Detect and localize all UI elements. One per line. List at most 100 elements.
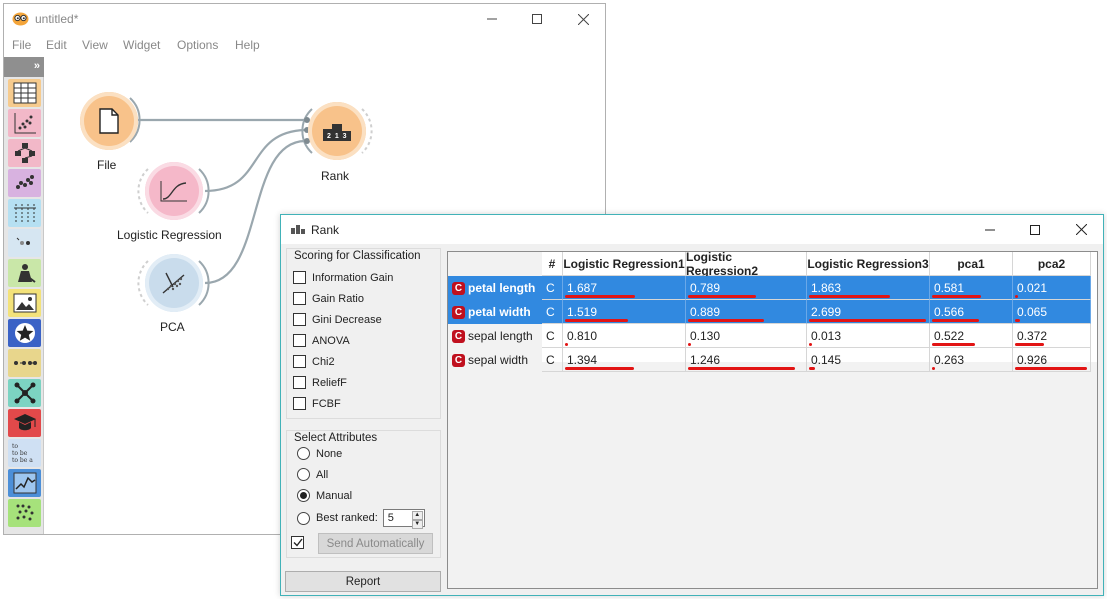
spin-up-icon[interactable]: ▲ [411,511,423,520]
menu-widget[interactable]: Widget [123,38,160,52]
file-node[interactable] [80,92,138,150]
checkbox-checked[interactable] [291,536,304,549]
score-value: 0.522 [934,328,965,343]
scorer-anova[interactable]: ANOVA [293,334,350,347]
row-header-sepal-width[interactable]: Csepal width [448,348,542,372]
score-cell[interactable]: 0.372 [1013,324,1091,348]
time-series-icon[interactable] [8,469,41,497]
score-cell[interactable]: 1.687 [563,276,686,300]
send-automatically-button[interactable]: Send Automatically [318,533,433,554]
preprocess-icon[interactable] [8,229,41,257]
type-cell[interactable]: C [542,276,563,300]
rank-maximize-button[interactable] [1012,215,1058,244]
score-cell[interactable]: 0.065 [1013,300,1091,324]
scorer-information-gain[interactable]: Information Gain [293,271,393,284]
checkbox[interactable] [293,397,306,410]
score-cell[interactable]: 0.810 [563,324,686,348]
checkbox[interactable] [293,292,306,305]
minimize-button[interactable] [469,4,515,34]
score-cell[interactable]: 1.863 [807,276,930,300]
score-cell[interactable]: 0.021 [1013,276,1091,300]
scorer-fcbf[interactable]: FCBF [293,397,341,410]
data-table-icon[interactable] [8,79,41,107]
widget-toolbox: » to to be to be a [4,57,44,534]
checkbox[interactable] [293,313,306,326]
distribution-icon[interactable] [8,199,41,227]
menu-file[interactable]: File [12,38,31,52]
scorer-gain-ratio[interactable]: Gain Ratio [293,292,364,305]
row-header-sepal-length[interactable]: Csepal length [448,324,542,348]
score-cell[interactable]: 1.519 [563,300,686,324]
select-none-radio[interactable]: None [297,447,342,460]
report-button[interactable]: Report [285,571,441,592]
score-cell[interactable]: 0.889 [686,300,807,324]
clustering-icon[interactable] [8,169,41,197]
rank-close-button[interactable] [1058,215,1104,244]
column-header-pca1[interactable]: pca1 [930,252,1013,276]
scorer-chi2[interactable]: Chi2 [293,355,335,368]
column-header-pca2[interactable]: pca2 [1013,252,1091,276]
close-button[interactable] [560,4,605,34]
column-header-type[interactable]: # [542,252,563,276]
column-header-lr1[interactable]: Logistic Regression1 [563,252,686,276]
radio[interactable] [297,468,310,481]
rank-table[interactable]: # Logistic Regression1 Logistic Regressi… [447,250,1098,589]
text-mining-icon[interactable]: to to be to be a [8,439,41,467]
radio[interactable] [297,447,310,460]
rank-node[interactable]: 2 1 3 [308,102,366,160]
checkbox[interactable] [293,376,306,389]
score-cell[interactable]: 0.789 [686,276,807,300]
menu-options[interactable]: Options [177,38,218,52]
image-icon[interactable] [8,289,41,317]
checkbox[interactable] [293,334,306,347]
checkbox[interactable] [293,271,306,284]
select-best-ranked-radio[interactable]: Best ranked: 5 ▲ ▼ [297,509,425,529]
scorer-gini-decrease[interactable]: Gini Decrease [293,313,382,326]
best-ranked-spinbox[interactable]: 5 ▲ ▼ [382,509,425,529]
score-cell[interactable]: 0.926 [1013,348,1091,372]
tree-icon[interactable] [8,139,41,167]
scorer-relieff[interactable]: ReliefF [293,376,347,389]
send-auto-checkbox[interactable] [291,536,310,549]
type-cell[interactable]: C [542,324,563,348]
menu-edit[interactable]: Edit [46,38,67,52]
radio[interactable] [297,511,310,525]
radio[interactable] [297,489,310,502]
rank-minimize-button[interactable] [967,215,1013,244]
score-cell[interactable]: 0.566 [930,300,1013,324]
education-icon[interactable] [8,409,41,437]
maximize-button[interactable] [514,4,560,34]
score-value: 0.065 [1017,304,1048,319]
spin-down-icon[interactable]: ▼ [411,520,423,529]
scatter-plot-icon[interactable] [8,109,41,137]
type-cell[interactable]: C [542,300,563,324]
network-icon[interactable] [8,349,41,377]
spin-arrows[interactable]: ▲ ▼ [411,511,423,529]
single-cell-icon[interactable] [8,499,41,527]
toolbox-collapse-button[interactable]: » [4,57,44,77]
row-header-petal-width[interactable]: Cpetal width [448,300,542,324]
score-cell[interactable]: 0.145 [807,348,930,372]
logistic-regression-node[interactable] [145,162,203,220]
score-cell[interactable]: 0.263 [930,348,1013,372]
score-cell[interactable]: 0.013 [807,324,930,348]
checkbox[interactable] [293,355,306,368]
star-icon[interactable] [8,319,41,347]
menu-view[interactable]: View [82,38,108,52]
explore-icon[interactable] [8,259,41,287]
score-cell[interactable]: 1.246 [686,348,807,372]
pca-node[interactable] [145,254,203,312]
score-cell[interactable]: 0.130 [686,324,807,348]
score-cell[interactable]: 2.699 [807,300,930,324]
menu-help[interactable]: Help [235,38,260,52]
row-header-petal-length[interactable]: Cpetal length [448,276,542,300]
score-cell[interactable]: 0.522 [930,324,1013,348]
score-cell[interactable]: 0.581 [930,276,1013,300]
type-cell[interactable]: C [542,348,563,372]
column-header-lr2[interactable]: Logistic Regression2 [686,250,807,278]
select-all-radio[interactable]: All [297,468,328,481]
column-header-lr3[interactable]: Logistic Regression3 [807,252,930,276]
network-graph-icon[interactable] [8,379,41,407]
score-cell[interactable]: 1.394 [563,348,686,372]
select-manual-radio[interactable]: Manual [297,489,352,502]
